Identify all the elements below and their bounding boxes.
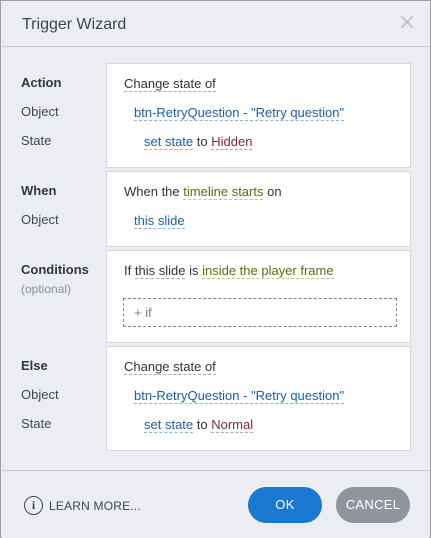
action-to-text: to [196, 134, 208, 149]
when-object-link[interactable]: this slide [134, 213, 185, 229]
dialog-footer: i LEARN MORE... OK CANCEL [2, 470, 429, 538]
else-state-line: set state to Normal [144, 417, 254, 433]
action-state-value-link[interactable]: Hidden [211, 134, 253, 150]
else-box: Change state of btn-RetryQuestion - "Ret… [106, 346, 411, 451]
condition-is-text: is [189, 263, 199, 278]
else-object-label: Object [21, 387, 59, 402]
conditions-label: Conditions [21, 262, 89, 277]
else-state-value-link[interactable]: Normal [211, 417, 254, 433]
when-box: When the timeline starts on this slide [106, 171, 411, 247]
action-state-line: set state to Hidden [144, 134, 253, 150]
action-set-state-link[interactable]: set state [144, 134, 194, 150]
action-box: Change state of btn-RetryQuestion - "Ret… [106, 63, 411, 168]
conditions-box: If this slide is inside the player frame… [106, 250, 411, 343]
dialog-title: Trigger Wizard [22, 16, 127, 33]
condition-line: If this slide is inside the player frame [124, 263, 334, 279]
add-if-label: + if [134, 305, 152, 320]
close-icon[interactable] [399, 14, 415, 30]
condition-prefix-text: If [124, 263, 132, 278]
action-verb-link[interactable]: Change state of [124, 76, 216, 92]
when-line: When the timeline starts on [124, 184, 282, 200]
info-icon: i [24, 496, 43, 515]
title-bar: Trigger Wizard [2, 2, 429, 47]
condition-value-link[interactable]: inside the player frame [202, 263, 334, 279]
wizard-content: Action Object State Change state of btn-… [2, 48, 429, 470]
when-object-label: Object [21, 212, 59, 227]
trigger-wizard-dialog: Trigger Wizard Action Object State Chang… [0, 0, 431, 538]
else-to-text: to [196, 417, 208, 432]
action-object-link[interactable]: btn-RetryQuestion - "Retry question" [134, 105, 345, 121]
else-set-state-link[interactable]: set state [144, 417, 194, 433]
when-on-text: on [267, 184, 282, 199]
conditions-optional-label: (optional) [21, 282, 72, 296]
else-label: Else [21, 358, 48, 373]
else-verb-link[interactable]: Change state of [124, 359, 216, 375]
when-prefix-text: When the [124, 184, 180, 199]
learn-more-label: LEARN MORE... [49, 499, 141, 513]
when-event-link[interactable]: timeline starts [183, 184, 264, 200]
cancel-button[interactable]: CANCEL [336, 487, 410, 523]
action-state-label: State [21, 133, 52, 148]
when-label: When [21, 183, 57, 198]
condition-subject-link[interactable]: this slide [134, 263, 186, 279]
else-state-label: State [21, 416, 52, 431]
action-object-label: Object [21, 104, 59, 119]
add-if-condition-button[interactable]: + if [123, 298, 397, 327]
ok-button[interactable]: OK [248, 487, 322, 523]
else-object-link[interactable]: btn-RetryQuestion - "Retry question" [134, 388, 345, 404]
action-label: Action [21, 75, 62, 90]
